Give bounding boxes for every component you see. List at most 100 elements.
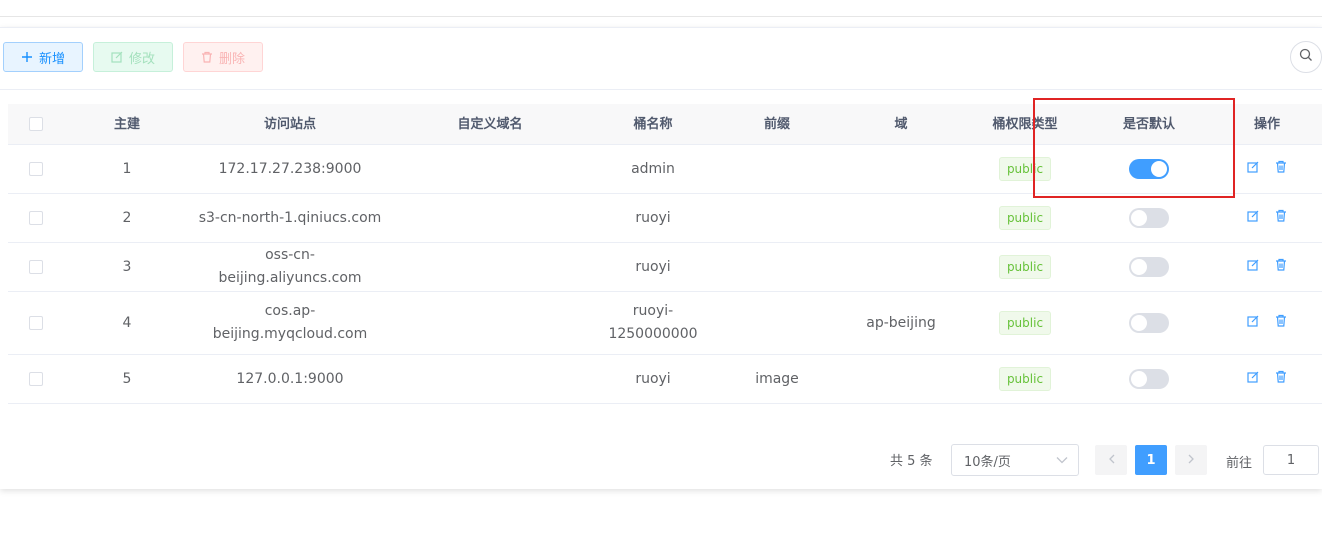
table-row[interactable]: 4 cos.ap- beijing.myqcloud.com ruoyi- 12… (8, 292, 1322, 355)
switch-knob (1131, 210, 1147, 226)
cell-prefix (716, 292, 838, 354)
cell-permission: public (964, 243, 1086, 291)
cell-custom-domain (390, 194, 590, 242)
default-switch[interactable] (1129, 257, 1169, 277)
cell-id: 4 (122, 314, 132, 331)
permission-tag: public (998, 255, 1052, 279)
next-page-button[interactable] (1175, 445, 1207, 475)
edit-icon[interactable] (1247, 207, 1259, 230)
permission-tag: public (998, 157, 1052, 181)
page-number-button[interactable]: 1 (1135, 445, 1167, 475)
cell-is-default (1086, 145, 1212, 193)
delete-button[interactable]: 删除 (183, 42, 263, 72)
add-button[interactable]: 新增 (3, 42, 83, 72)
top-strip (0, 0, 1322, 17)
row-checkbox[interactable] (29, 162, 43, 176)
default-switch[interactable] (1129, 208, 1169, 228)
default-switch[interactable] (1129, 159, 1169, 179)
page-size-select[interactable]: 10条/页 (951, 444, 1079, 476)
cell-actions (1212, 145, 1322, 193)
switch-knob (1151, 161, 1167, 177)
cell-custom-domain (390, 355, 590, 403)
cell-prefix (716, 145, 838, 193)
switch-knob (1131, 259, 1147, 275)
search-toggle-button[interactable] (1290, 41, 1322, 73)
table-row[interactable]: 3 oss-cn-beijing.aliyuncs.com ruoyi publ… (8, 243, 1322, 292)
default-switch[interactable] (1129, 313, 1169, 333)
row-checkbox-cell (8, 194, 64, 242)
header-prefix[interactable]: 前缀 (716, 104, 838, 144)
prev-page-button[interactable] (1095, 445, 1127, 475)
search-icon (1299, 48, 1313, 66)
cell-bucket: ruoyi (635, 258, 671, 275)
cell-site: 127.0.0.1:9000 (236, 370, 344, 387)
cell-bucket: ruoyi- 1250000000 (590, 292, 716, 354)
goto-page-input[interactable]: 1 (1263, 445, 1319, 475)
row-checkbox-cell (8, 243, 64, 291)
cell-region (838, 243, 964, 291)
cell-is-default (1086, 194, 1212, 242)
row-checkbox[interactable] (29, 260, 43, 274)
table-row[interactable]: 5 127.0.0.1:9000 ruoyi image public (8, 355, 1322, 404)
edit-icon[interactable] (1247, 368, 1259, 391)
add-button-label: 新增 (38, 51, 65, 67)
header-permission[interactable]: 桶权限类型 (964, 104, 1086, 144)
header-id[interactable]: 主建 (64, 104, 190, 144)
pagination-total: 共 5 条 (890, 454, 933, 469)
cell-id: 5 (122, 370, 132, 387)
delete-icon[interactable] (1275, 368, 1287, 391)
cell-id: 2 (122, 209, 132, 226)
cell-permission: public (964, 145, 1086, 193)
row-checkbox-cell (8, 355, 64, 403)
cell-prefix: image (755, 370, 799, 387)
chevron-down-icon (1056, 453, 1068, 468)
permission-tag: public (998, 311, 1052, 335)
edit-button-label: 修改 (128, 51, 155, 67)
header-custom-domain[interactable]: 自定义域名 (390, 104, 590, 144)
cell-bucket-line: 1250000000 (608, 326, 698, 342)
cell-prefix (716, 243, 838, 291)
toolbar-divider (0, 89, 1322, 90)
delete-icon[interactable] (1275, 207, 1287, 230)
cell-is-default (1086, 292, 1212, 354)
cell-actions (1212, 194, 1322, 242)
cell-bucket: ruoyi (635, 209, 671, 226)
cell-site: s3-cn-north-1.qiniucs.com (198, 209, 382, 226)
row-checkbox[interactable] (29, 372, 43, 386)
delete-icon[interactable] (1275, 256, 1287, 279)
default-switch[interactable] (1129, 369, 1169, 389)
header-is-default[interactable]: 是否默认 (1086, 104, 1212, 144)
delete-button-label: 删除 (218, 51, 245, 67)
row-checkbox[interactable] (29, 316, 43, 330)
cell-bucket-line: ruoyi- (632, 303, 674, 319)
cell-region (838, 194, 964, 242)
header-bucket[interactable]: 桶名称 (590, 104, 716, 144)
cell-permission: public (964, 355, 1086, 403)
select-all-checkbox[interactable] (29, 117, 43, 131)
cell-id: 1 (122, 160, 132, 177)
header-site[interactable]: 访问站点 (190, 104, 390, 144)
cell-bucket: admin (631, 160, 675, 177)
delete-icon[interactable] (1275, 312, 1287, 335)
edit-icon[interactable] (1247, 158, 1259, 181)
edit-icon[interactable] (1247, 256, 1259, 279)
switch-knob (1131, 371, 1147, 387)
header-region[interactable]: 域 (838, 104, 964, 144)
oss-config-table: 主建 访问站点 自定义域名 桶名称 前缀 域 桶权限类型 是否默认 操作 1 1… (8, 104, 1322, 404)
cell-actions (1212, 355, 1322, 403)
cell-is-default (1086, 243, 1212, 291)
cell-bucket: ruoyi (635, 370, 671, 387)
edit-button[interactable]: 修改 (93, 42, 173, 72)
table-row[interactable]: 2 s3-cn-north-1.qiniucs.com ruoyi public (8, 194, 1322, 243)
chevron-left-icon (1108, 453, 1115, 468)
delete-icon[interactable] (1275, 158, 1287, 181)
edit-icon[interactable] (1247, 312, 1259, 335)
table-row[interactable]: 1 172.17.27.238:9000 admin public (8, 145, 1322, 194)
row-checkbox[interactable] (29, 211, 43, 225)
cell-permission: public (964, 194, 1086, 242)
cell-prefix (716, 194, 838, 242)
cell-custom-domain (390, 292, 590, 354)
header-actions: 操作 (1253, 116, 1280, 132)
cell-id: 3 (122, 258, 132, 275)
cell-region (838, 355, 964, 403)
